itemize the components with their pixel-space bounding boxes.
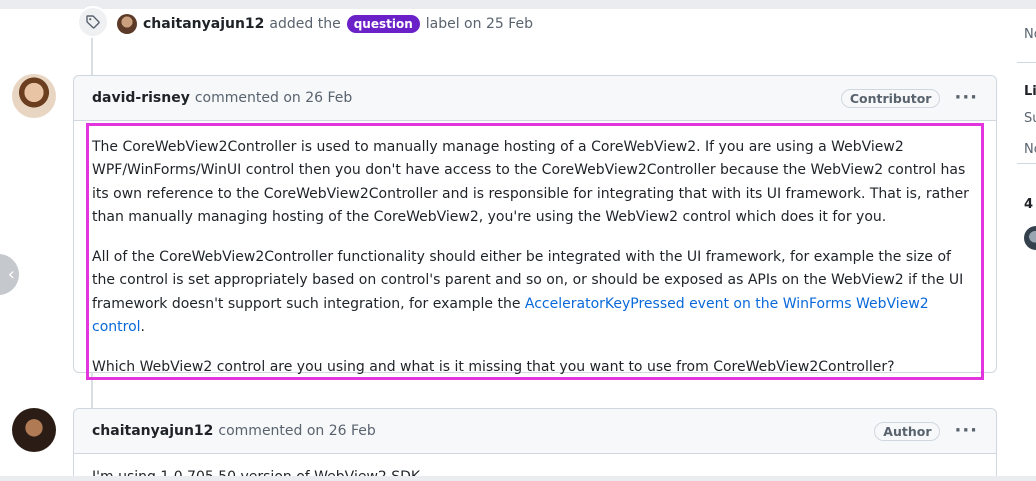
event-user-avatar[interactable] [117,14,137,34]
sidebar-fragment: No [1024,142,1036,157]
avatar-david-risney[interactable] [12,74,56,118]
sidebar-fragment: Su [1024,111,1036,126]
chevron-left-icon[interactable]: ‹ [0,254,19,295]
sidebar-divider [1017,62,1036,63]
sidebar-fragment: 4 [1024,197,1034,212]
comment-meta[interactable]: commented on 26 Feb [195,90,352,106]
sidebar-fragment: No [1024,27,1036,42]
sidebar-divider [1017,163,1036,164]
participant-avatar[interactable] [1024,226,1036,250]
contributor-badge: Contributor [840,88,941,108]
kebab-horizontal-icon[interactable]: ··· [954,422,978,440]
event-user[interactable]: chaitanyajun12 [143,16,264,32]
comment-header: chaitanyajun12 commented on 26 Feb Autho… [74,409,996,454]
tag-icon [77,6,109,38]
comment-author[interactable]: david-risney [92,90,190,106]
event-action: added the [269,16,341,32]
event-suffix: label on 25 Feb [425,16,533,32]
author-badge: Author [874,421,941,441]
highlight-box [86,123,984,380]
label-question-badge[interactable]: question [346,15,420,33]
top-scroll-edge [0,0,1036,9]
event-text: chaitanyajun12 added the question label … [143,15,533,33]
label-event: chaitanyajun12 added the question label … [77,6,533,39]
kebab-horizontal-icon[interactable]: ··· [954,89,978,107]
bottom-scroll-edge [0,476,1036,481]
comment-header: david-risney commented on 26 Feb Contrib… [74,76,996,121]
sidebar-fragment: Lin [1024,84,1036,99]
comment-author[interactable]: chaitanyajun12 [92,423,213,439]
avatar-chaitanyajun12[interactable] [12,408,56,452]
comment-meta[interactable]: commented on 26 Feb [218,423,375,439]
